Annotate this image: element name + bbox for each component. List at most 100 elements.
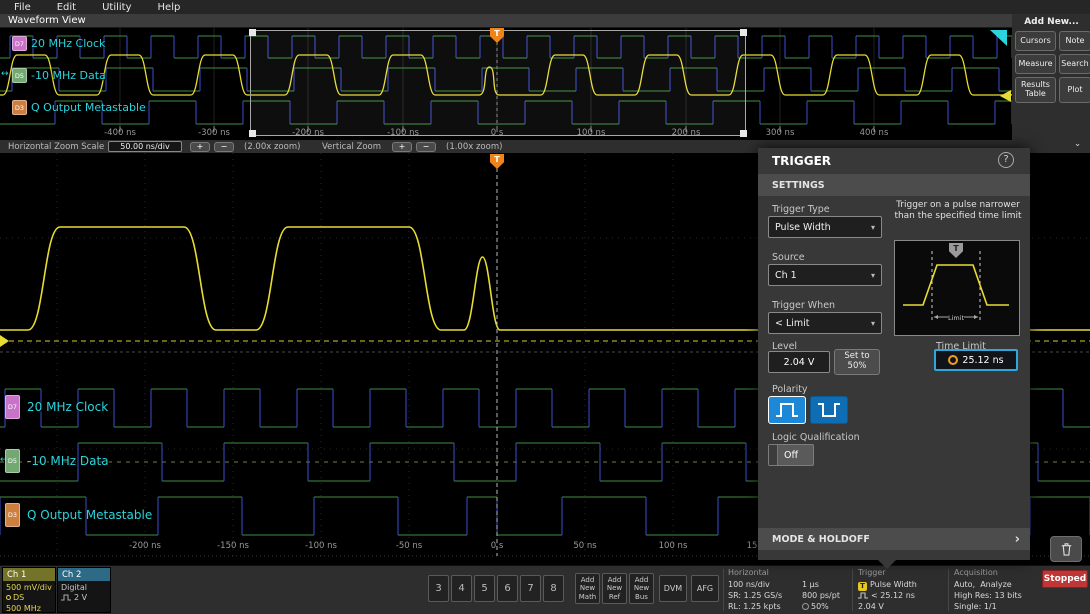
channel-5-button[interactable]: 5 [474,575,495,602]
menu-edit[interactable]: Edit [57,2,76,13]
dvm-button[interactable]: DVM [659,575,687,602]
ch2-badge[interactable]: Ch 2 Digital 2 V [57,567,111,613]
overview-tick: -100 ns [387,128,419,138]
horizontal-window: 1 µs [802,580,819,589]
d7-channel-badge-main[interactable]: D7 [5,395,20,419]
ch2-mode: Digital [61,582,87,592]
chevron-down-icon: ▾ [870,270,875,280]
v-zoom-factor: (1.00x zoom) [446,142,503,152]
polarity-negative-button[interactable] [810,396,848,424]
main-tick: -200 ns [129,541,161,551]
trigger-title: Trigger [858,568,886,577]
time-limit-value: 25.12 ns [962,354,1004,366]
afg-button[interactable]: AFG [691,575,719,602]
delete-drop-zone[interactable] [1050,536,1082,562]
d5-badge-label: D5 [7,457,18,465]
horizontal-badge[interactable]: Horizontal 100 ns/div 1 µs SR: 1.25 GS/s… [728,568,850,613]
overview-tick: 300 ns [765,128,795,138]
zoom-box-handle[interactable] [249,130,256,137]
level-input[interactable]: 2.04 V [768,351,830,373]
v-zoom-minus-button[interactable]: − [416,141,436,152]
v-zoom-plus-button[interactable]: + [392,141,412,152]
set-to-50-button[interactable]: Set to 50% [834,349,880,375]
waveform-overview[interactable]: T D7 20 MHz Clock ↔ D5 -10 MHz Data D3 Q… [0,28,1012,140]
channel-6-button[interactable]: 6 [497,575,518,602]
d7-channel-badge[interactable]: D7 [12,36,27,51]
menu-utility[interactable]: Utility [102,2,131,13]
d5-channel-badge-main[interactable]: D5 [5,449,20,473]
mode-holdoff-section-header[interactable]: MODE & HOLDOFF › [758,528,1030,550]
panel-pointer-tail [878,560,896,569]
settings-section-header[interactable]: SETTINGS [758,174,1030,196]
main-tick: 0 s [490,541,504,551]
channel-8-button[interactable]: 8 [543,575,564,602]
menu-file[interactable]: File [14,2,31,13]
cursors-button[interactable]: Cursors [1015,31,1056,51]
collapse-chevron-icon[interactable]: ⌄ [1074,139,1081,149]
help-icon[interactable]: ? [998,152,1014,168]
d7-badge-label: D7 [7,403,18,411]
acquisition-mode: Auto, Analyze [954,580,1012,589]
h-zoom-scale-value[interactable]: 50.00 ns/div [108,141,182,152]
chevron-down-icon: ▾ [870,318,875,328]
d3-badge-label: D3 [14,103,25,112]
plot-button[interactable]: Plot [1059,77,1090,103]
d3-channel-badge-main[interactable]: D3 [5,503,20,527]
trigger-badge[interactable]: Trigger T Pulse Width < 25.12 ns 2.04 V [858,568,946,613]
d7-signal-label-main: 20 MHz Clock [27,400,109,414]
d3-channel-badge[interactable]: D3 [12,100,27,115]
menu-bar: File Edit Utility Help [0,0,1090,14]
add-new-bus-button[interactable]: Add New Bus [629,573,654,604]
search-button[interactable]: Search [1059,54,1090,74]
measure-button[interactable]: Measure [1015,54,1056,74]
trigger-type-dropdown[interactable]: Pulse Width ▾ [768,216,882,238]
trigger-when-label: Trigger When [772,300,836,311]
channel-7-button[interactable]: 7 [520,575,541,602]
h-zoom-plus-button[interactable]: + [190,141,210,152]
zoom-box-handle[interactable] [249,29,256,36]
horizontal-resolution: 800 ps/pt [802,591,840,600]
acquisition-single: Single: 1/1 [954,602,997,611]
overview-tick: 400 ns [859,128,889,138]
d5-channel-badge[interactable]: D5 [12,68,27,83]
chevron-down-icon: ▾ [870,222,875,232]
zoom-box-handle[interactable] [740,29,747,36]
add-new-math-button[interactable]: Add New Math [575,573,600,604]
run-stop-status[interactable]: Stopped [1042,570,1088,588]
horizontal-sample-rate: SR: 1.25 GS/s [728,591,783,600]
zoom-selection-box[interactable] [249,29,747,137]
add-new-panel: Add New... Cursors Note Measure Search R… [1012,14,1090,140]
horizontal-record-length: RL: 1.25 kpts [728,602,781,611]
drag-handle-icon[interactable]: ↔ [1,70,9,79]
add-new-ref-button[interactable]: Add New Ref [602,573,627,604]
trigger-when-dropdown[interactable]: < Limit ▾ [768,312,882,334]
main-tick: -100 ns [305,541,337,551]
channel-3-button[interactable]: 3 [428,575,449,602]
waveform-view-tab[interactable]: Waveform View [0,14,1012,28]
trigger-level: 2.04 V [858,602,884,611]
source-label: Source [772,252,805,263]
zoom-box-handle[interactable] [740,130,747,137]
logic-qualification-value: Off [784,449,799,461]
positive-pulse-icon [776,403,798,417]
mode-holdoff-title: MODE & HOLDOFF [772,533,870,545]
main-tick: 100 ns [658,541,688,551]
ch1-badge[interactable]: Ch 1 500 mV/div DS 500 MHz [2,567,56,613]
divider [948,569,949,611]
note-button[interactable]: Note [1059,31,1090,51]
polarity-positive-button[interactable] [768,396,806,424]
menu-help[interactable]: Help [158,2,181,13]
trigger-panel: TRIGGER ? SETTINGS Trigger Type Pulse Wi… [758,148,1030,569]
divider [723,569,724,611]
channel-4-button[interactable]: 4 [451,575,472,602]
acquisition-badge[interactable]: Acquisition Auto, Analyze High Res: 13 b… [954,568,1040,613]
overview-tick: -200 ns [292,128,324,138]
results-table-button[interactable]: Results Table [1015,77,1056,103]
logic-qualification-toggle[interactable]: Off [768,444,814,466]
overview-tick: 100 ns [576,128,606,138]
source-dropdown[interactable]: Ch 1 ▾ [768,264,882,286]
divider [852,569,853,611]
trigger-panel-title: TRIGGER [772,154,832,168]
h-zoom-minus-button[interactable]: − [214,141,234,152]
time-limit-input[interactable]: 25.12 ns [934,349,1018,371]
